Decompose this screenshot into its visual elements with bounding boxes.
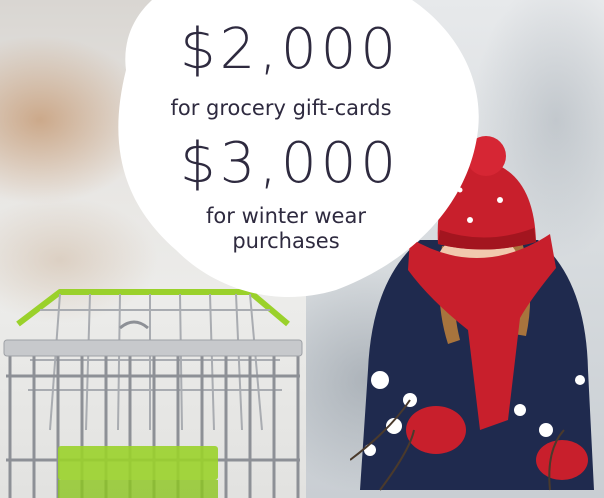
grocery-label: for grocery gift-cards bbox=[170, 96, 392, 120]
winter-label: for winter wear purchases bbox=[206, 204, 366, 254]
shopping-cart-illustration bbox=[3, 289, 303, 498]
promo-graphic: $2,000 for grocery gift-cards $3,000 for… bbox=[0, 0, 604, 498]
winter-amount: $3,000 bbox=[180, 131, 400, 196]
grocery-amount: $2,000 bbox=[180, 17, 400, 82]
